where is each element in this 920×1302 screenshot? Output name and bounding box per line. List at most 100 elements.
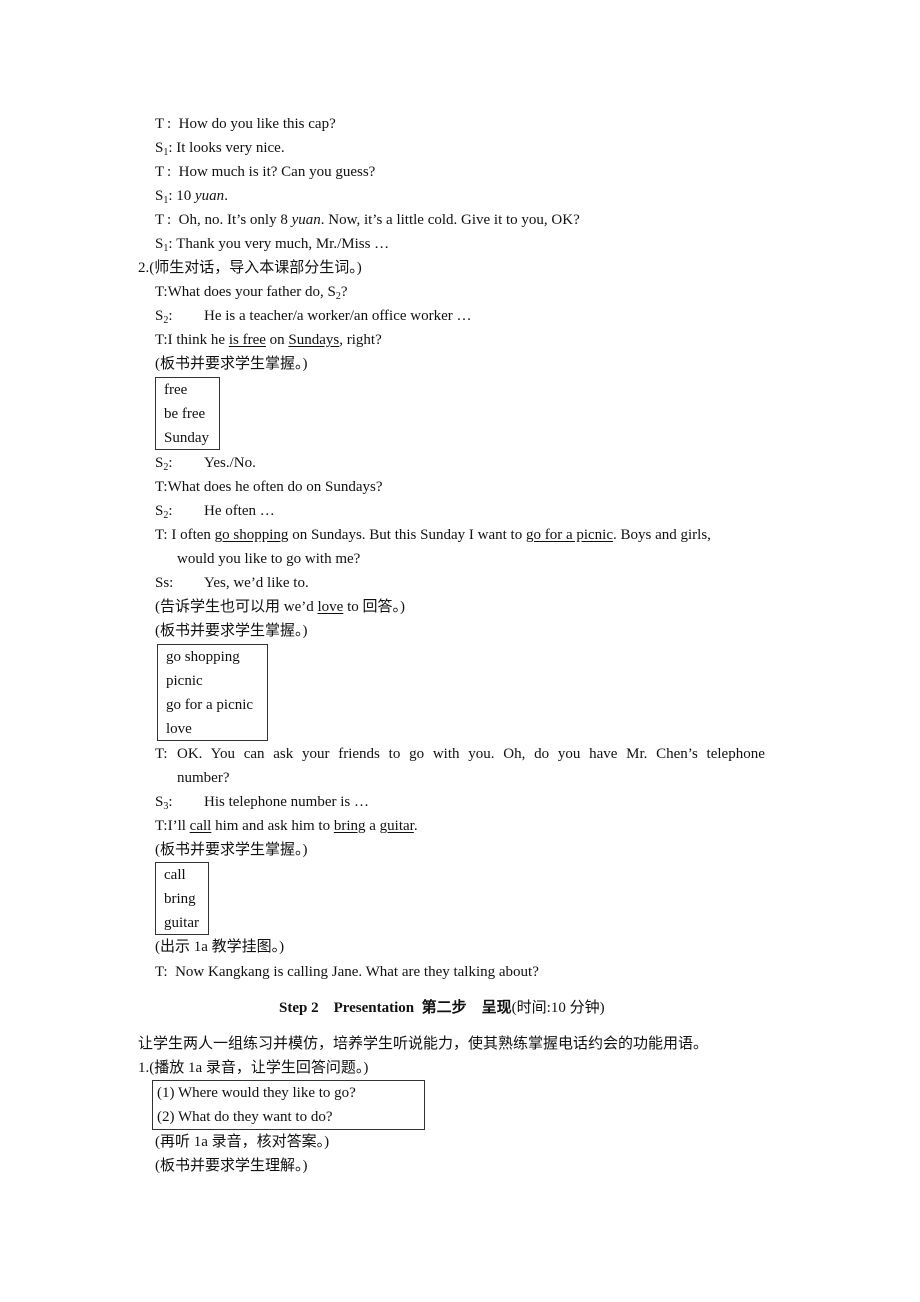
speaker-spacer: [168, 964, 176, 980]
dialogue-text: Now Kangkang is calling Jane. What are t…: [175, 964, 539, 980]
dialogue-line: T:I’ll call him and ask him to bring a g…: [155, 816, 418, 836]
speaker-colon: :: [168, 794, 173, 810]
question-item: (1) Where would they like to go?: [157, 1085, 356, 1101]
vocab-box: go shopping picnic go for a picnic love: [157, 644, 268, 741]
dialogue-text: I think he: [167, 332, 229, 348]
dialogue-text: What does he often do on Sundays?: [167, 479, 383, 495]
vocab-item: guitar: [164, 915, 199, 931]
step-heading: Step 2 Presentation 第二步 呈现(时间:10 分钟): [279, 997, 605, 1019]
underlined-vocab: go for a picnic: [525, 527, 614, 543]
vocab-item: go shopping: [166, 649, 240, 665]
dialogue-continuation: number?: [177, 770, 230, 786]
dialogue-text: Oh, no. It’s only 8: [178, 212, 292, 228]
dialogue-text: .: [224, 188, 228, 204]
heading-spacer: [414, 1000, 422, 1016]
dialogue-text: I’ll: [167, 818, 190, 834]
dialogue-text: He often …: [204, 503, 275, 519]
vocab-item: be free: [164, 406, 206, 422]
item-number: 2.: [138, 260, 150, 276]
heading-spacer: [319, 1000, 334, 1016]
dialogue-line: T: How do you like this cap?: [155, 114, 336, 134]
speaker-name: T:: [155, 527, 168, 543]
underlined-vocab: love: [317, 599, 344, 615]
dialogue-text: on: [265, 332, 289, 348]
item-note: (师生对话，导入本课部分生词。): [149, 260, 362, 276]
speaker-label: T:: [155, 284, 168, 300]
step-label-cn: 第二步: [421, 1000, 467, 1016]
dialogue-text: How do you like this cap?: [178, 116, 336, 132]
vocab-box: free be free Sunday: [155, 377, 220, 450]
note-text: to 回答。): [343, 599, 405, 615]
speaker-label: T:: [155, 479, 168, 495]
dialogue-text: .: [413, 818, 418, 834]
board-note: (板书并要求学生理解。): [155, 1158, 308, 1174]
dialogue-text: him and ask him to: [211, 818, 334, 834]
item-number: 1.: [138, 1060, 150, 1076]
speaker-colon: :: [168, 308, 173, 324]
vocab-item: love: [166, 721, 192, 737]
dialogue-text: Yes, we’d like to.: [204, 575, 309, 591]
dialogue-line: S1: Thank you very much, Mr./Miss …: [155, 234, 389, 254]
speaker-label: S2:: [155, 501, 204, 521]
item-2-heading: 2.(师生对话，导入本课部分生词。): [138, 258, 362, 278]
step-title-cn: 呈现: [481, 1000, 512, 1016]
speaker-label: S3:: [155, 792, 204, 812]
speaker-colon: :: [167, 164, 179, 180]
heading-spacer: [467, 1000, 482, 1016]
speaker-colon: :: [167, 212, 179, 228]
vocab-item: call: [164, 867, 186, 883]
speaker-colon: :: [168, 455, 173, 471]
document-page: T: How do you like this cap? S1: It look…: [0, 0, 920, 1302]
speaker-colon: :: [168, 503, 173, 519]
dialogue-text: What does your father do, S: [167, 284, 336, 300]
dialogue-text: How much is it? Can you guess?: [178, 164, 376, 180]
item-1-heading: 1.(播放 1a 录音，让学生回答问题。): [138, 1058, 368, 1078]
underlined-vocab: is free: [228, 332, 266, 348]
vocab-item: Sunday: [164, 430, 209, 446]
speaker-label: S2:: [155, 453, 204, 473]
speaker-colon: :: [167, 116, 179, 132]
dialogue-line: T:: [155, 744, 168, 764]
tell-note: (告诉学生也可以用 we’d love to 回答。): [155, 597, 405, 617]
step-title-en: Presentation: [333, 1000, 415, 1016]
dialogue-text: It looks very nice.: [176, 140, 285, 156]
dialogue-line: T: Now Kangkang is calling Jane. What ar…: [155, 962, 539, 982]
dialogue-line: T:I think he is free on Sundays, right?: [155, 330, 382, 350]
dialogue-line: Ss: Yes, we’d like to.: [155, 573, 309, 593]
note-text: (告诉学生也可以用 we’d: [155, 599, 318, 615]
question-item: (2) What do they want to do?: [157, 1109, 333, 1125]
dialogue-line: T: I often go shopping on Sundays. But t…: [155, 525, 781, 545]
board-note: (板书并要求学生掌握。): [155, 623, 308, 639]
dialogue-line: S1: 10 yuan.: [155, 186, 228, 206]
dialogue-line: T:What does your father do, S2?: [155, 282, 348, 302]
dialogue-text: 10: [176, 188, 196, 204]
dialogue-line: S3: His telephone number is …: [155, 792, 369, 812]
vocab-item: bring: [164, 891, 196, 907]
dialogue-text: , right?: [339, 332, 382, 348]
step-time: (时间:10 分钟): [511, 1000, 605, 1016]
dialogue-line: S2: Yes./No.: [155, 453, 256, 473]
dialogue-text: . Now, it’s a little cold. Give it to yo…: [320, 212, 580, 228]
dialogue-text: ?: [340, 284, 348, 300]
dialogue-text: on Sundays. But this Sunday I want to: [288, 527, 526, 543]
dialogue-text: Thank you very much, Mr./Miss …: [176, 236, 390, 252]
underlined-vocab: guitar: [379, 818, 414, 834]
dialogue-text: He is a teacher/a worker/an office worke…: [204, 308, 472, 324]
board-note: (板书并要求学生掌握。): [155, 356, 308, 372]
dialogue-continuation: would you like to go with me?: [177, 551, 361, 567]
vocab-item: picnic: [166, 673, 203, 689]
dialogue-text: His telephone number is …: [204, 794, 369, 810]
speaker-label: T:: [155, 332, 168, 348]
speaker-label: T:: [155, 964, 168, 980]
vocab-item: go for a picnic: [166, 697, 254, 713]
underlined-vocab: go shopping: [214, 527, 289, 543]
board-note: (板书并要求学生掌握。): [155, 842, 308, 858]
dialogue-text: I often: [171, 527, 215, 543]
dialogue-text: Yes./No.: [204, 455, 256, 471]
show-note: (出示 1a 教学挂图。): [155, 939, 285, 955]
vocab-box: call bring guitar: [155, 862, 209, 935]
speaker-label: T:: [155, 746, 168, 762]
vocab-item: free: [164, 382, 188, 398]
step-intro: 让学生两人一组练习并模仿，培养学生听说能力，使其熟练掌握电话约会的功能用语。: [138, 1036, 709, 1052]
dialogue-line: S2: He often …: [155, 501, 275, 521]
